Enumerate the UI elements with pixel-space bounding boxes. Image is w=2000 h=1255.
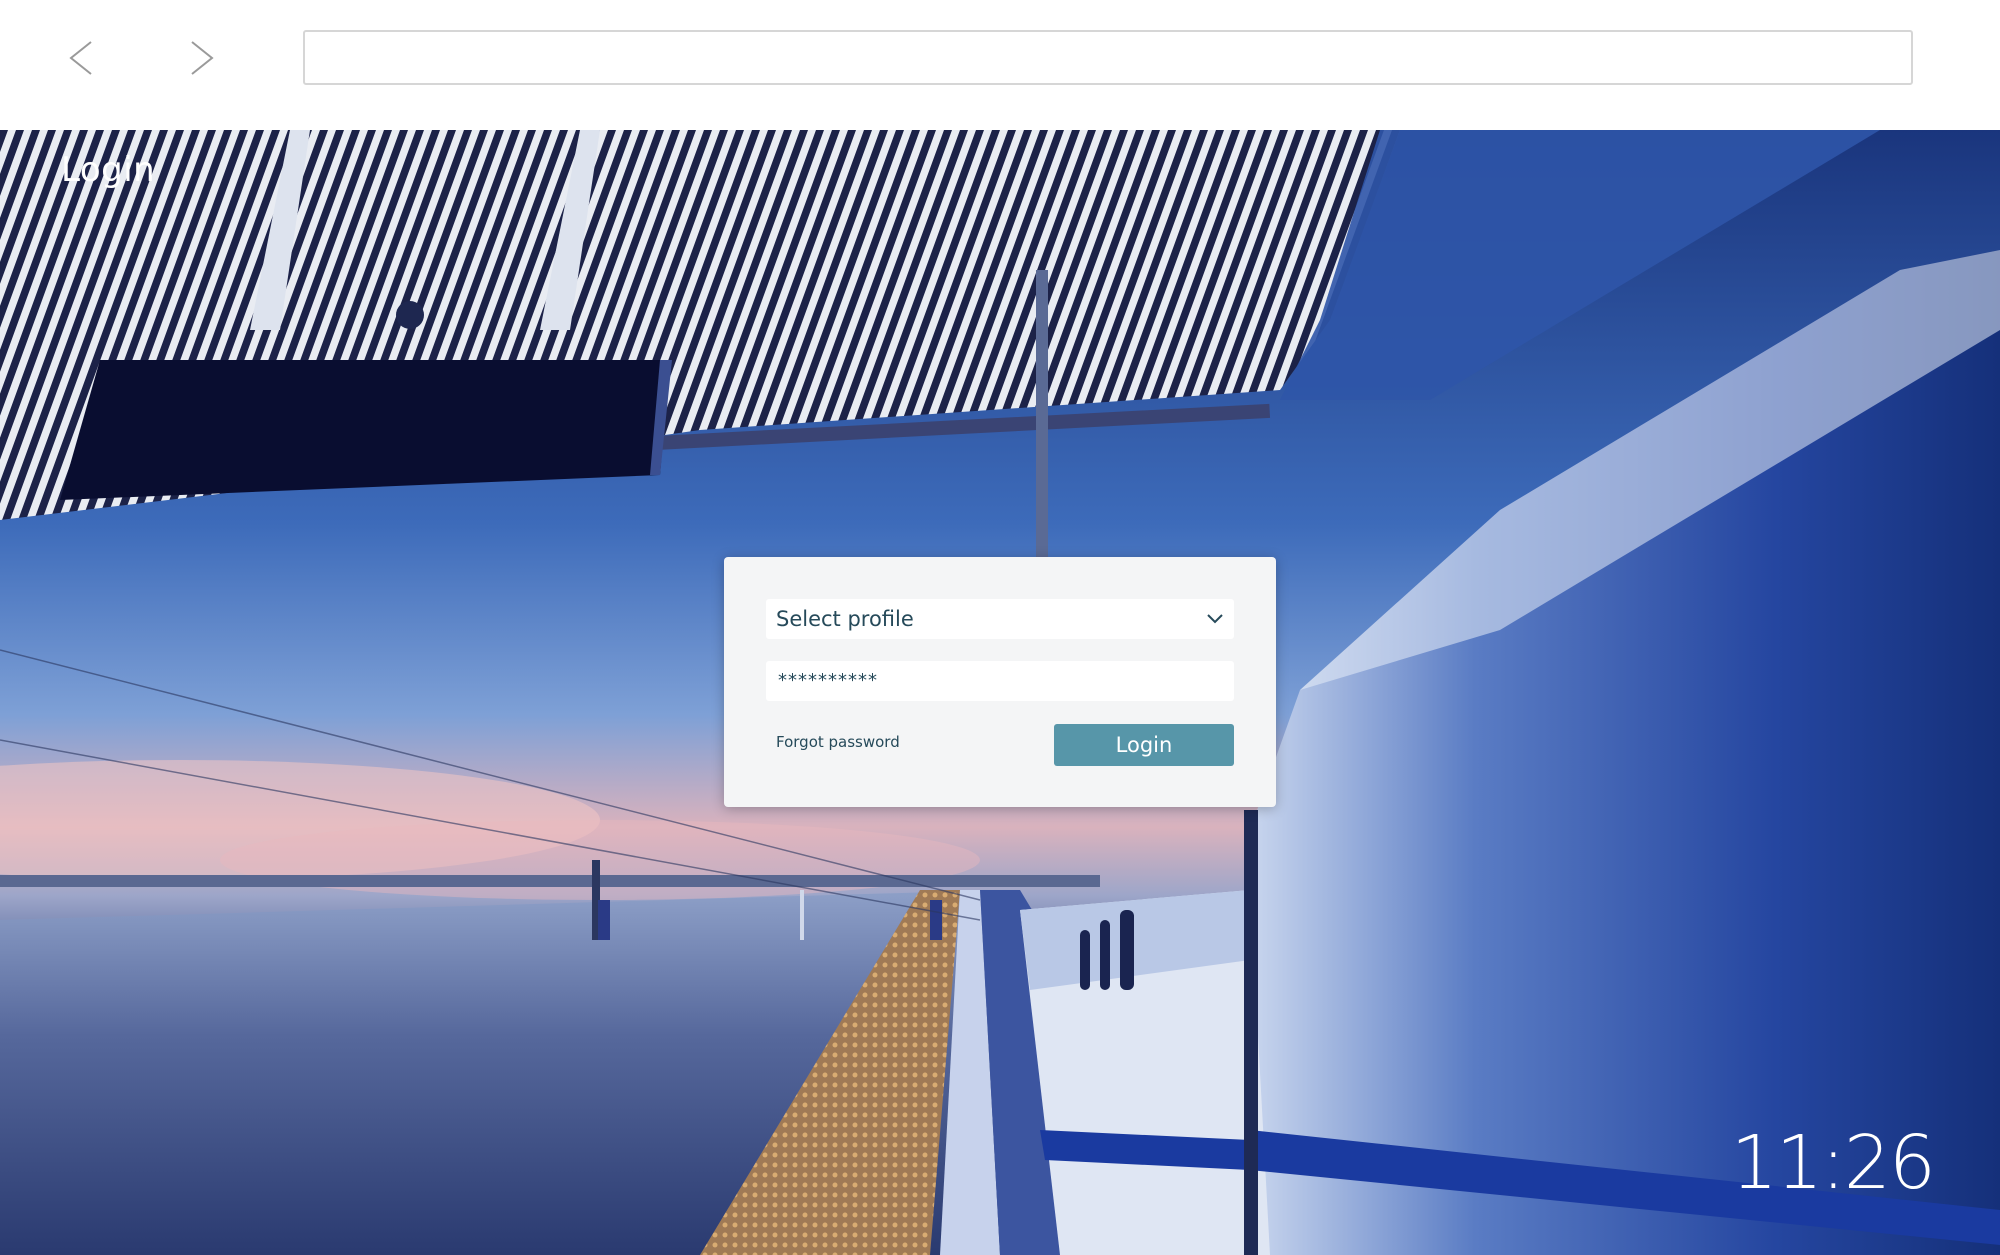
- login-button[interactable]: Login: [1054, 724, 1234, 766]
- profile-select[interactable]: Select profile: [766, 599, 1234, 639]
- address-bar[interactable]: [303, 30, 1913, 85]
- profile-select-label: Select profile: [776, 607, 914, 631]
- browser-toolbar: [0, 0, 2000, 130]
- password-field[interactable]: **********: [766, 661, 1234, 701]
- page-title: Login: [61, 150, 156, 190]
- background-image: Login 11:26 Select profile ********** Fo…: [0, 130, 2000, 1255]
- forward-button[interactable]: [176, 32, 228, 84]
- back-button[interactable]: [55, 32, 107, 84]
- forgot-password-link[interactable]: Forgot password: [776, 733, 900, 751]
- login-card: Select profile ********** Forgot passwor…: [724, 557, 1276, 807]
- chevron-right-icon: [191, 41, 214, 75]
- clock: 11:26: [1730, 1120, 1936, 1206]
- chevron-left-icon: [69, 41, 92, 75]
- chevron-down-icon: [1207, 614, 1223, 624]
